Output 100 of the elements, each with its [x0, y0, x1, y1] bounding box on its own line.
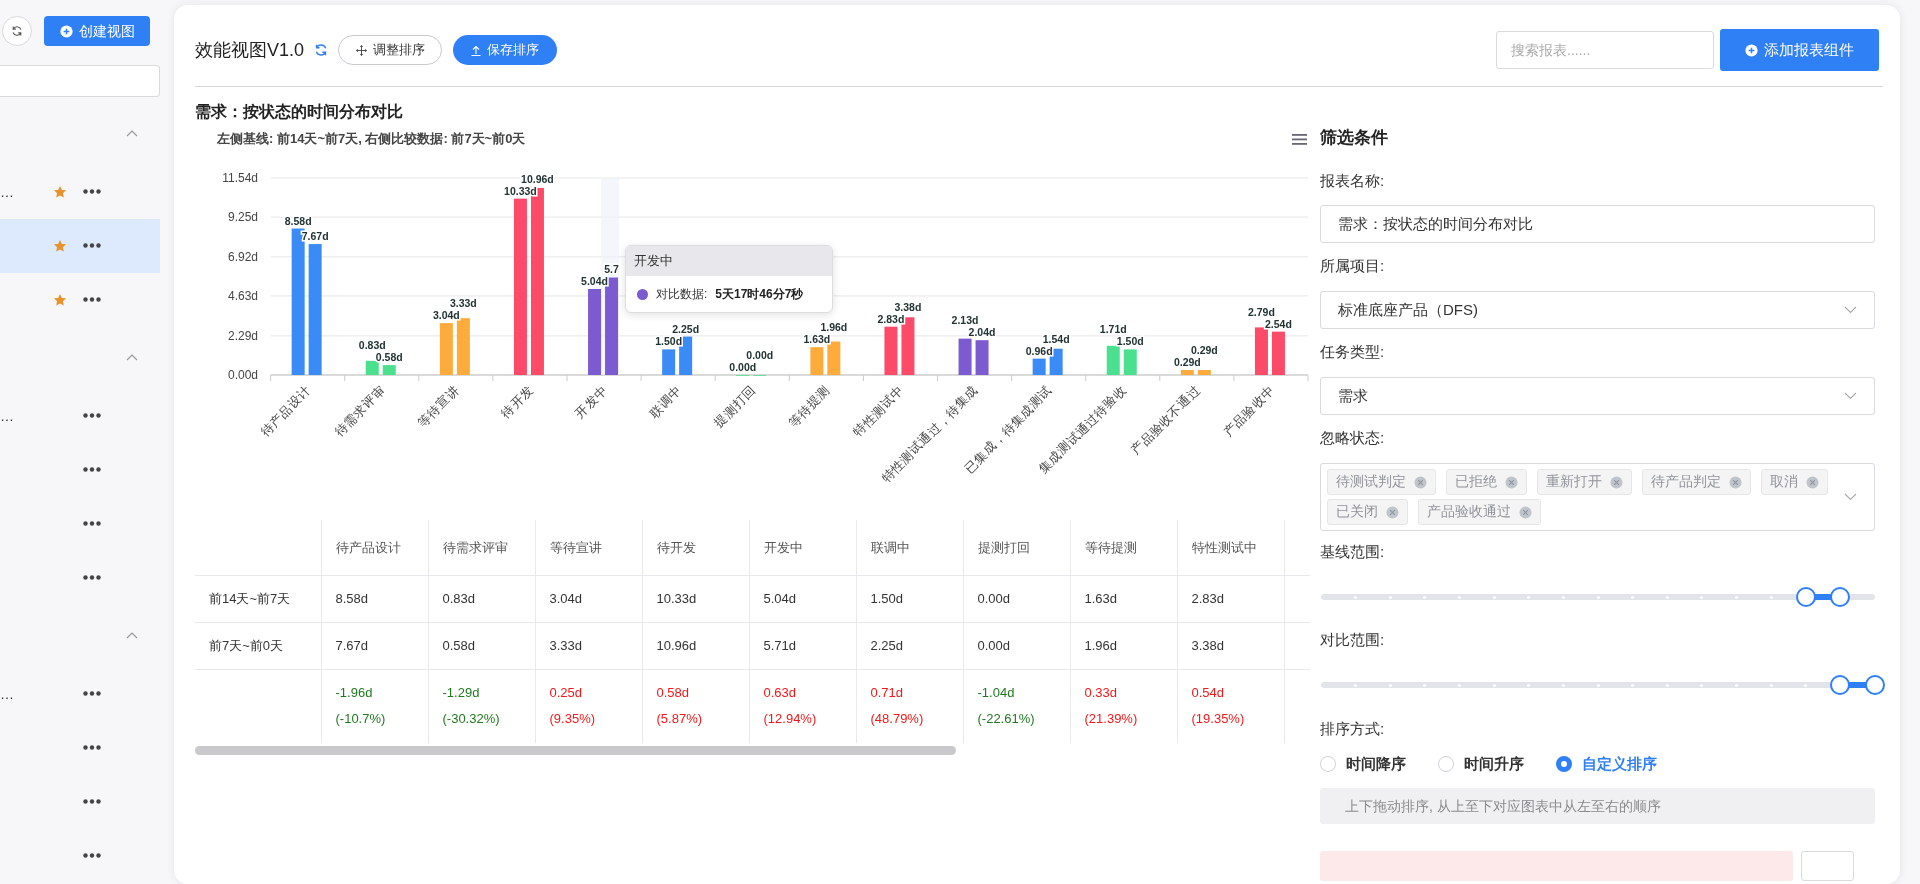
field-label: 基线范围:	[1320, 542, 1386, 562]
task-type-select[interactable]: 需求	[1320, 377, 1875, 415]
table-cell: 0.00d	[963, 622, 1070, 669]
x-axis-label: 等待宣讲	[415, 383, 462, 430]
column-header: 等待宣讲	[535, 520, 642, 575]
table-cell: 3.04d	[535, 575, 642, 622]
hint-text: 上下拖动排序, 从上至下对应图表中从左至右的顺序	[1320, 788, 1875, 824]
table-cell: 7.67d	[321, 622, 428, 669]
remove-icon[interactable]	[1414, 475, 1427, 489]
sidebar-item[interactable]: …	[0, 389, 160, 443]
move-icon	[355, 44, 367, 56]
row-header: 前7天~前0天	[195, 622, 321, 669]
sidebar-item[interactable]: …	[0, 667, 160, 721]
remove-icon[interactable]	[1386, 505, 1399, 519]
remove-icon[interactable]	[1519, 505, 1532, 519]
table-cell: -1.96d (-10.7%)	[321, 669, 428, 743]
table-cell: 5.04d	[749, 575, 856, 622]
range-slider[interactable]	[1320, 675, 1886, 695]
sidebar-item[interactable]: …	[0, 165, 160, 219]
adjust-order-button[interactable]: 调整排序	[338, 35, 443, 65]
sort-radio[interactable]: 自定义排序	[1556, 752, 1674, 776]
sort-radio[interactable]: 时间降序	[1320, 752, 1438, 776]
table-cell: 5.71d	[749, 622, 856, 669]
more-icon[interactable]	[83, 243, 101, 248]
chevron-up-icon[interactable]	[126, 631, 138, 639]
remove-icon[interactable]	[1610, 475, 1623, 489]
search-field[interactable]: 搜索报表......	[1496, 31, 1714, 69]
star-icon[interactable]	[53, 239, 67, 253]
bar-value-label: 8.58d	[284, 214, 312, 227]
bar[interactable]	[588, 288, 602, 375]
item-label: …	[0, 407, 14, 426]
search-field[interactable]	[0, 65, 160, 97]
slider-thumb[interactable]	[1795, 587, 1816, 607]
report-name-field[interactable]: 需求：按状态的时间分布对比	[1320, 205, 1875, 243]
tooltip-title: 开发中	[634, 252, 673, 271]
slider-thumb[interactable]	[1865, 675, 1885, 695]
x-axis-label: 待开发	[498, 383, 537, 421]
state-tag: 取消	[1761, 469, 1828, 495]
more-icon[interactable]	[83, 467, 101, 472]
chart-subtitle: 左侧基线: 前14天~前7天, 右侧比较数据: 前7天~前0天	[217, 131, 526, 146]
more-icon[interactable]	[83, 853, 101, 858]
create-view-button[interactable]: 创建视图	[44, 16, 150, 46]
add-report-button[interactable]: 添加报表组件	[1720, 29, 1879, 71]
table-cell: 0.25d (9.35%)	[535, 669, 642, 743]
item-label: …	[0, 685, 14, 704]
x-axis-label: 特性测试中	[850, 383, 907, 440]
more-icon[interactable]	[83, 189, 101, 194]
small-button[interactable]	[1801, 851, 1854, 881]
save-order-button[interactable]: 保存排序	[453, 35, 558, 65]
bar-value-label: 1.96d	[820, 321, 848, 334]
sort-radio[interactable]: 时间升序	[1438, 752, 1556, 776]
more-icon[interactable]	[83, 745, 101, 750]
scrollbar[interactable]	[195, 746, 956, 755]
refresh-icon	[11, 25, 23, 37]
table-cell: 3.33d	[535, 622, 642, 669]
refresh-button[interactable]	[2, 16, 32, 46]
x-axis-label: 待需求评审	[332, 383, 388, 440]
state-tag: 待产品判定	[1642, 469, 1751, 495]
state-tag: 已关闭	[1327, 499, 1408, 525]
column-header: 等待提测	[1070, 520, 1177, 575]
bar-value-label: 0.96d	[1025, 344, 1053, 357]
chevron-up-icon[interactable]	[126, 129, 138, 137]
table-cell: 1.96d	[1070, 622, 1177, 669]
menu-icon[interactable]	[1292, 134, 1307, 145]
remove-icon[interactable]	[1505, 475, 1518, 489]
project-select[interactable]: 标准底座产品（DFS)	[1320, 291, 1875, 329]
more-icon[interactable]	[83, 799, 101, 804]
refresh-icon[interactable]	[314, 43, 329, 57]
chevron-down-icon	[1844, 306, 1857, 314]
report-title: 需求：按状态的时间分布对比	[195, 102, 403, 122]
slider-thumb[interactable]	[1830, 675, 1851, 695]
bar-value-label: 5.7	[604, 262, 619, 275]
tooltip-label: 对比数据:	[656, 286, 708, 303]
x-axis-label: 开发中	[572, 383, 611, 421]
more-icon[interactable]	[83, 521, 101, 526]
y-axis-label: 4.63d	[227, 288, 258, 303]
remove-icon[interactable]	[1729, 475, 1742, 489]
state-tag: 已拒绝	[1446, 469, 1527, 495]
table-cell: 1.63d	[1070, 575, 1177, 622]
star-icon[interactable]	[53, 293, 67, 307]
bar-value-label: 0.29d	[1173, 356, 1201, 369]
slider-thumb[interactable]	[1830, 587, 1851, 607]
more-icon[interactable]	[83, 575, 101, 580]
x-axis-label: 提测打回	[711, 383, 759, 430]
panel-title: 筛选条件	[1320, 128, 1389, 148]
x-axis-label: 产品验收中	[1221, 383, 1278, 440]
more-icon[interactable]	[83, 691, 101, 696]
table-cell: 2.83d	[1177, 575, 1284, 622]
remove-icon[interactable]	[1806, 475, 1819, 489]
bar-value-label: 1.50d	[1116, 335, 1144, 348]
column-header: 特性测试中	[1177, 520, 1284, 575]
more-icon[interactable]	[83, 297, 101, 302]
table-cell: 10.33d	[642, 575, 749, 622]
bar-value-label: 10.96d	[521, 172, 554, 185]
star-icon[interactable]	[53, 185, 67, 199]
field-label: 所属项目:	[1320, 256, 1386, 276]
chevron-up-icon[interactable]	[126, 353, 138, 361]
column-header: 待需求评审	[428, 520, 535, 575]
more-icon[interactable]	[83, 413, 101, 418]
table-cell: 10.96d	[642, 622, 749, 669]
